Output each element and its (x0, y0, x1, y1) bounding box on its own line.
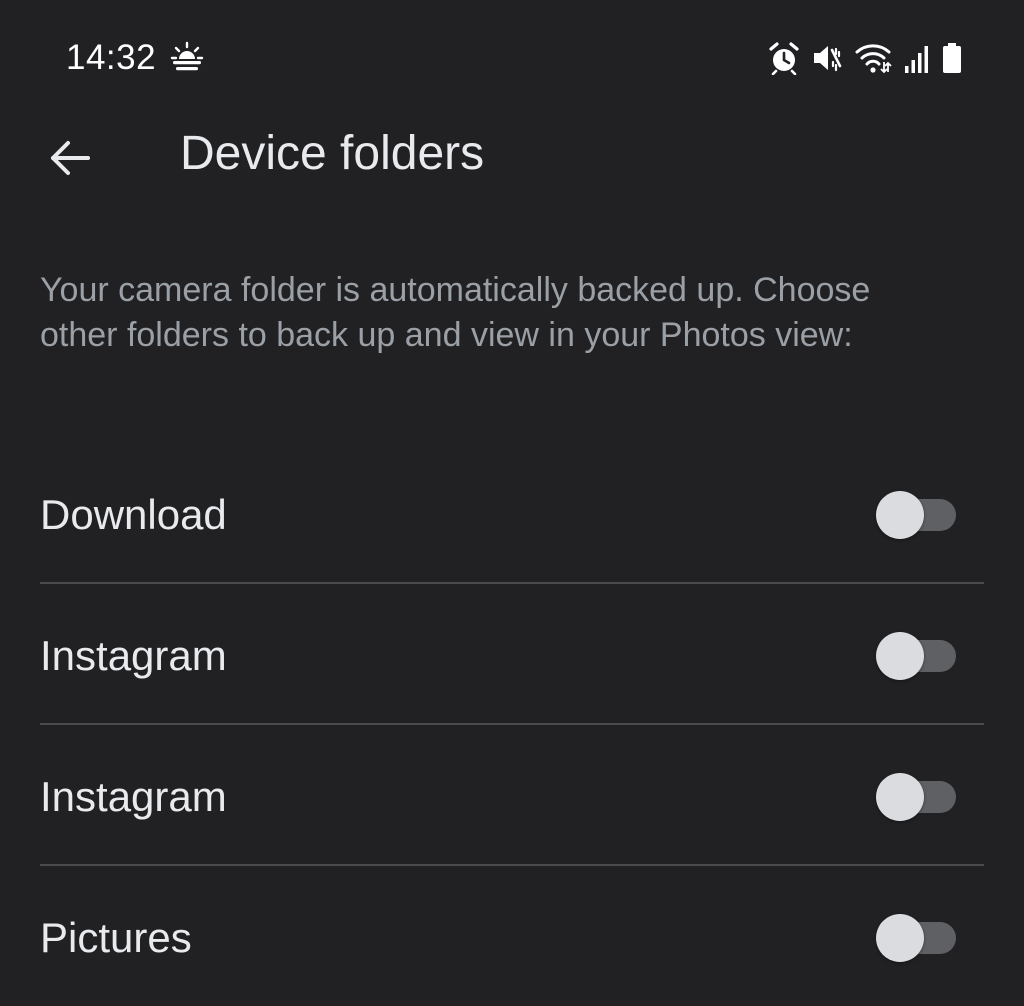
folder-label: Pictures (40, 914, 192, 961)
backup-toggle-instagram-2[interactable] (876, 773, 958, 821)
backup-toggle-instagram[interactable] (876, 632, 958, 680)
folder-list: Download Instagram Instagram Pictures (40, 443, 984, 1006)
toggle-thumb (876, 491, 924, 539)
battery-icon (943, 43, 961, 73)
backup-description: Your camera folder is automatically back… (40, 271, 871, 354)
toggle-thumb (876, 914, 924, 962)
folder-label: Download (40, 491, 227, 538)
back-button[interactable] (38, 126, 102, 190)
backup-toggle-pictures[interactable] (876, 914, 958, 962)
weather-partly-sunny-icon (170, 41, 204, 71)
folder-row-instagram-2[interactable]: Instagram (40, 725, 984, 866)
folder-row-pictures[interactable]: Pictures (40, 866, 984, 1006)
signal-icon (905, 46, 928, 73)
status-bar: 14:32 (0, 0, 1024, 110)
app-bar: Device folders (0, 110, 1024, 202)
folder-row-instagram[interactable]: Instagram (40, 584, 984, 725)
folder-label: Instagram (40, 773, 227, 820)
mute-icon (814, 46, 842, 72)
wifi-icon (855, 44, 892, 74)
status-icons (768, 40, 962, 76)
alarm-icon (769, 42, 799, 75)
page-title: Device folders (180, 127, 485, 180)
device-folders-screen: 14:32 Device folders Your camera folder … (0, 0, 1024, 1006)
toggle-thumb (876, 632, 924, 680)
status-time: 14:32 (66, 38, 157, 77)
folder-row-download[interactable]: Download (40, 443, 984, 584)
arrow-back-icon (51, 141, 90, 175)
folder-label: Instagram (40, 632, 227, 679)
toggle-thumb (876, 773, 924, 821)
backup-toggle-download[interactable] (876, 491, 958, 539)
